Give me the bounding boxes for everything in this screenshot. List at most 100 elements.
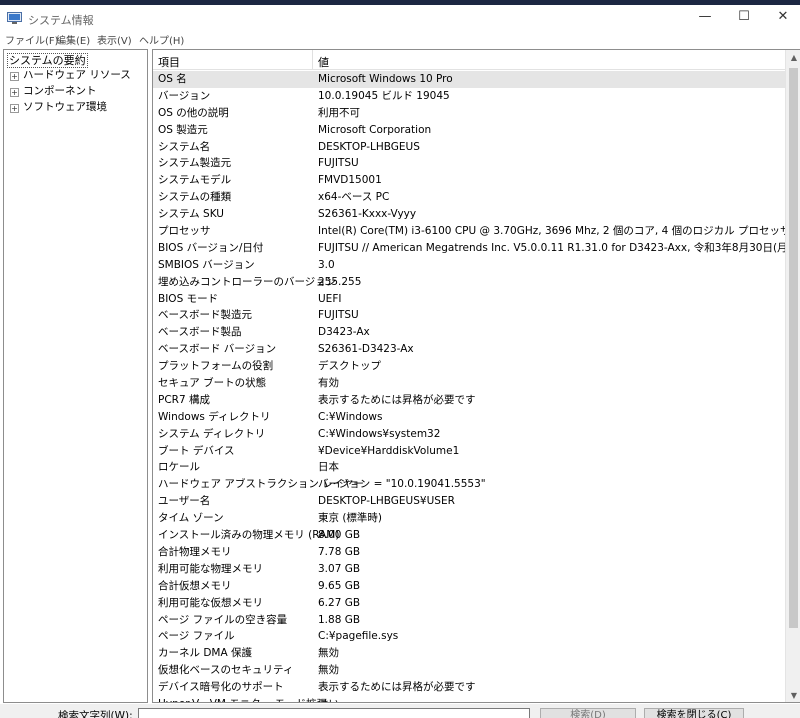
maximize-button[interactable]: ☐ — [727, 5, 761, 31]
table-row[interactable]: 埋め込みコントローラーのバージョン 255.255 — [153, 274, 785, 291]
table-row[interactable]: ブート デバイス ¥Device¥HarddiskVolume1 — [153, 443, 785, 460]
row-item-name: システムモデル — [158, 174, 232, 187]
row-item-name: タイム ゾーン — [158, 512, 224, 525]
row-item-value: C:¥pagefile.sys — [318, 630, 399, 643]
plus-expander-icon[interactable]: + — [10, 104, 19, 113]
row-item-value: 8.00 GB — [318, 529, 361, 542]
table-row[interactable]: BIOS バージョン/日付 FUJITSU // American Megatre… — [153, 240, 792, 257]
table-row[interactable]: OS 名 Microsoft Windows 10 Pro — [153, 71, 785, 88]
scroll-down-arrow-icon[interactable]: ▼ — [786, 688, 800, 702]
plus-expander-icon[interactable]: + — [10, 72, 19, 81]
table-row[interactable]: プラットフォームの役割 デスクトップ — [153, 358, 785, 375]
table-row[interactable]: ページ ファイルの空き容量 1.88 GB — [153, 612, 785, 629]
table-row[interactable]: タイム ゾーン 東京 (標準時) — [153, 510, 785, 527]
row-item-name: 利用可能な物理メモリ — [158, 562, 263, 575]
table-row[interactable]: 仮想化ベースのセキュリティ 無効 — [153, 662, 785, 679]
list-rows: OS 名 Microsoft Windows 10 Pro バージョン 10.0.19… — [153, 71, 792, 702]
row-item-name: システム製造元 — [158, 157, 232, 170]
close-button[interactable]: ✕ — [766, 5, 800, 31]
table-row[interactable]: OS の他の説明 利用不可 — [153, 105, 785, 122]
table-row[interactable]: システムの種類 x64-ベース PC — [153, 189, 785, 206]
table-row[interactable]: ユーザー名 DESKTOP-LHBGEUS¥USER — [153, 493, 785, 510]
row-item-name: Hyper-V - VM モニター モード拡張 — [158, 696, 327, 702]
category-tree[interactable]: システムの要約 + ハードウェア リソース + コンポーネント + ソフトウェア環境 — [3, 49, 148, 703]
row-item-value: 1.88 GB — [318, 613, 361, 626]
tree-item-label: ソフトウェア環境 — [23, 101, 107, 113]
row-item-name: 埋め込みコントローラーのバージョン — [158, 275, 337, 288]
table-row[interactable]: 利用可能な物理メモリ 3.07 GB — [153, 561, 785, 578]
table-row[interactable]: システム ディレクトリ C:¥Windows¥system32 — [153, 426, 785, 443]
table-row[interactable]: OS 製造元 Microsoft Corporation — [153, 122, 785, 139]
list-header: 項目 値 — [153, 50, 785, 70]
row-item-name: ブート デバイス — [158, 444, 235, 457]
find-label: 検索文字列(W): — [58, 710, 133, 718]
row-item-value: 7.78 GB — [318, 545, 361, 558]
scrollbar-thumb[interactable] — [789, 68, 798, 628]
column-header-value[interactable]: 値 — [318, 54, 329, 70]
column-divider[interactable] — [312, 50, 313, 69]
row-item-value: 10.0.19045 ビルド 19045 — [318, 89, 450, 102]
find-input[interactable] — [138, 708, 530, 718]
table-row[interactable]: PCR7 構成 表示するためには昇格が必要です — [153, 392, 785, 409]
row-item-value: FUJITSU // American Megatrends Inc. V5.0… — [318, 241, 792, 254]
table-row[interactable]: Hyper-V - VM モニター モード拡張はい — [153, 696, 785, 702]
row-item-value: FUJITSU — [318, 157, 359, 170]
row-item-value: バージョン = "10.0.19041.5553" — [318, 478, 486, 491]
table-row[interactable]: ベースボード製品 D3423-Ax — [153, 324, 785, 341]
row-item-value: 日本 — [318, 461, 339, 474]
table-row[interactable]: ベースボード製造元 FUJITSU — [153, 307, 785, 324]
menu-help[interactable]: ヘルプ(H) — [139, 32, 184, 47]
row-item-value: 3.0 — [318, 258, 335, 271]
table-row[interactable]: システム名 DESKTOP-LHBGEUS — [153, 139, 785, 156]
row-item-value: 表示するためには昇格が必要です — [318, 681, 476, 694]
menu-edit[interactable]: 編集(E) — [56, 32, 90, 47]
minimize-button[interactable]: — — [688, 5, 722, 31]
close-find-button[interactable]: 検索を閉じる(C) — [644, 708, 744, 718]
table-row[interactable]: 利用可能な仮想メモリ 6.27 GB — [153, 595, 785, 612]
table-row[interactable]: セキュア ブートの状態 有効 — [153, 375, 785, 392]
title-bar[interactable]: システム情報 — ☐ ✕ — [0, 5, 800, 31]
menu-file[interactable]: ファイル(F) — [5, 32, 59, 47]
row-item-name: ページ ファイルの空き容量 — [158, 613, 288, 626]
row-item-name: 仮想化ベースのセキュリティ — [158, 664, 294, 677]
table-row[interactable]: デバイス暗号化のサポート 表示するためには昇格が必要です — [153, 679, 785, 696]
vertical-scrollbar[interactable]: ▲ ▼ — [785, 50, 800, 702]
table-row[interactable]: 合計仮想メモリ 9.65 GB — [153, 578, 785, 595]
row-item-name: ベースボード製造元 — [158, 309, 252, 322]
scroll-up-arrow-icon[interactable]: ▲ — [786, 50, 800, 66]
menu-view[interactable]: 表示(V) — [97, 32, 132, 47]
table-row[interactable]: 合計物理メモリ 7.78 GB — [153, 544, 785, 561]
row-item-name: ベースボード バージョン — [158, 343, 277, 356]
row-item-value: Microsoft Corporation — [318, 123, 432, 136]
plus-expander-icon[interactable]: + — [10, 88, 19, 97]
table-row[interactable]: カーネル DMA 保護 無効 — [153, 645, 785, 662]
table-row[interactable]: Windows ディレクトリ C:¥Windows — [153, 409, 785, 426]
tree-item-system-summary[interactable]: システムの要約 — [7, 53, 88, 68]
table-row[interactable]: システム製造元 FUJITSU — [153, 155, 785, 172]
tree-item-hardware-resources[interactable]: + ハードウェア リソース — [10, 69, 131, 82]
column-header-item[interactable]: 項目 — [158, 54, 180, 70]
table-row[interactable]: ベースボード バージョン S26361-D3423-Ax — [153, 341, 785, 358]
table-row[interactable]: ページ ファイル C:¥pagefile.sys — [153, 628, 785, 645]
menu-bar: ファイル(F) 編集(E) 表示(V) ヘルプ(H) — [0, 31, 800, 48]
table-row[interactable]: システムモデル FMVD15001 — [153, 172, 785, 189]
table-row[interactable]: プロセッサ Intel(R) Core(TM) i3-6100 CPU @ 3.7… — [153, 223, 790, 240]
row-item-value: FUJITSU — [318, 309, 359, 322]
table-row[interactable]: BIOS モード UEFI — [153, 291, 785, 308]
table-row[interactable]: インストール済みの物理メモリ (RAM) 8.00 GB — [153, 527, 785, 544]
table-row[interactable]: ロケール 日本 — [153, 459, 785, 476]
details-list[interactable]: 項目 値 OS 名 Microsoft Windows 10 Pro バージョン 10… — [152, 49, 800, 703]
tree-item-software-environment[interactable]: + ソフトウェア環境 — [10, 101, 107, 114]
tree-item-components[interactable]: + コンポーネント — [10, 85, 97, 98]
table-row[interactable]: システム SKU S26361-Kxxx-Vyyy — [153, 206, 785, 223]
row-item-name: バージョン — [158, 89, 211, 102]
table-row[interactable]: ハードウェア アブストラクション レイヤー バージョン = "10.0.19041… — [153, 476, 785, 493]
find-button[interactable]: 検索(D) — [540, 708, 636, 718]
table-row[interactable]: SMBIOS バージョン 3.0 — [153, 257, 785, 274]
row-item-value: 3.07 GB — [318, 562, 361, 575]
find-bar: 検索文字列(W): 検索(D) 検索を閉じる(C) — [0, 704, 800, 718]
row-item-name: デバイス暗号化のサポート — [158, 681, 284, 694]
row-item-value: Microsoft Windows 10 Pro — [318, 73, 453, 85]
table-row[interactable]: バージョン 10.0.19045 ビルド 19045 — [153, 88, 785, 105]
row-item-value: D3423-Ax — [318, 326, 370, 339]
